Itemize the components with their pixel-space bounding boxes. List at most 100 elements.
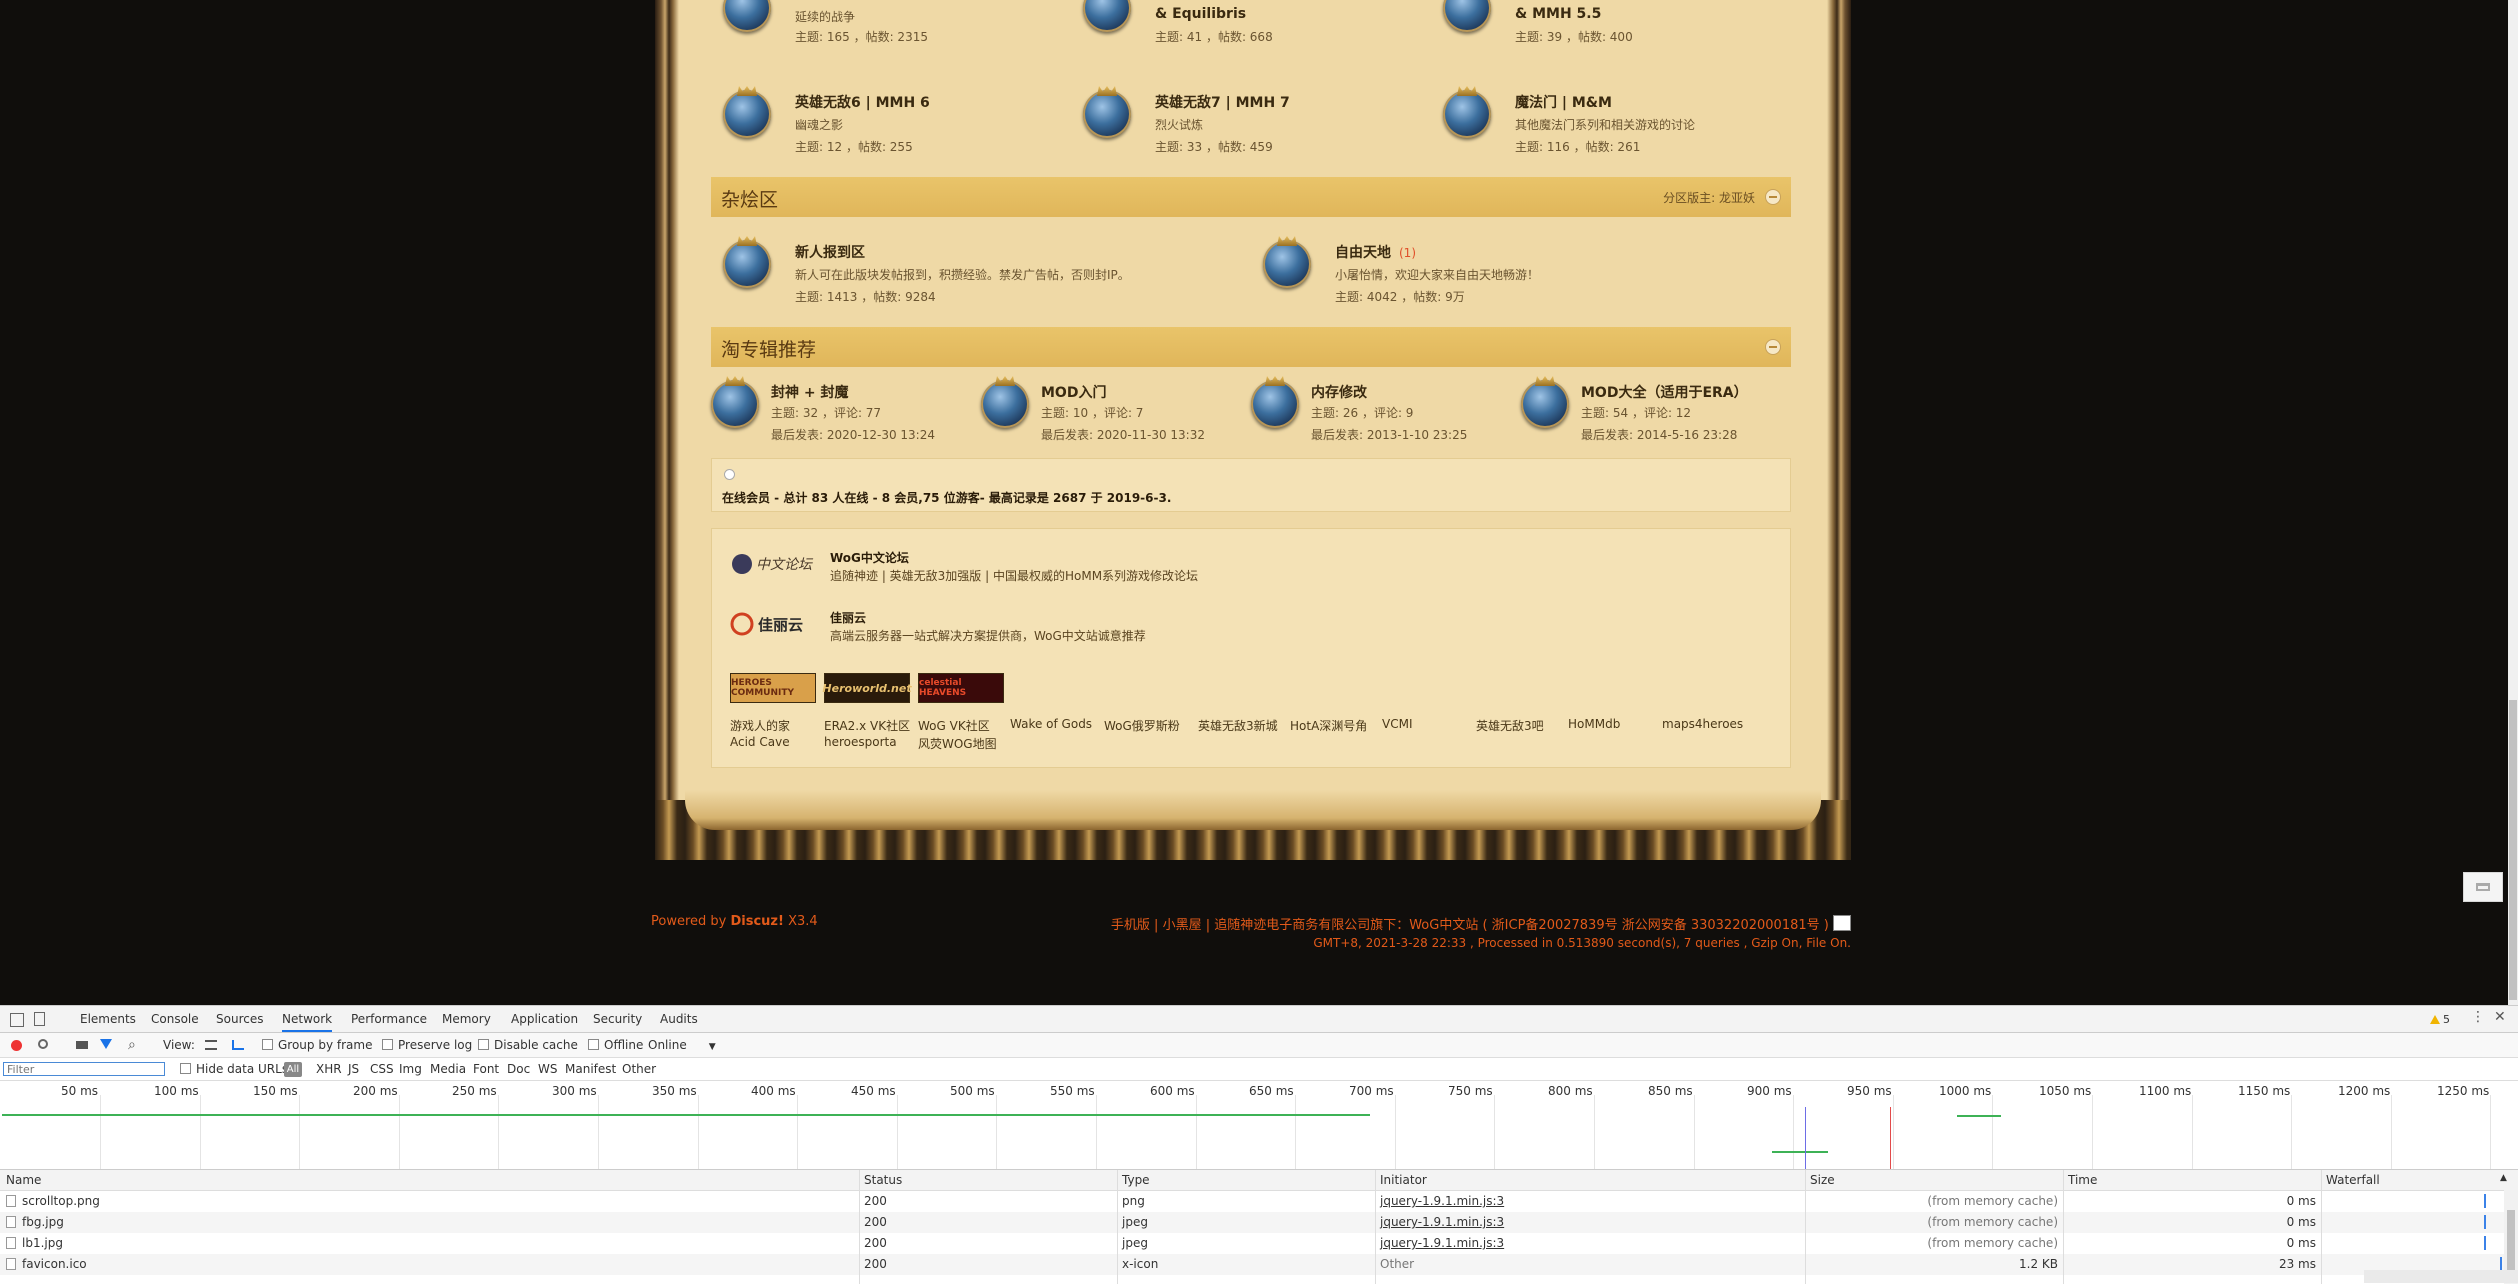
friend-link[interactable]: ERA2.x VK社区 [824,717,910,734]
heroworld-banner[interactable]: Heroworld.net [822,673,912,703]
tab-performance[interactable]: Performance [351,1012,427,1026]
forum-name[interactable]: 英雄无敌7 | MMH 7 [1155,92,1290,112]
friend-link[interactable]: maps4heroes [1662,717,1743,731]
table-row[interactable]: scrolltop.png 200 png jquery-1.9.1.min.j… [0,1191,2518,1212]
section-moderator[interactable]: 分区版主: 龙亚妖 [1663,189,1755,206]
sort-up-icon[interactable]: ▲ [2500,1173,2507,1183]
filter-font[interactable]: Font [473,1062,499,1076]
request-initiator[interactable]: jquery-1.9.1.min.js:3 [1380,1236,1504,1250]
celestial-heavens-banner[interactable]: celestial HEAVENS [918,673,1004,703]
collapse-icon[interactable] [1765,339,1781,355]
filter-js[interactable]: JS [348,1062,359,1076]
filter-input[interactable] [3,1062,165,1076]
col-waterfall[interactable]: Waterfall [2326,1173,2380,1187]
scrollbar-thumb[interactable] [2507,1210,2515,1270]
friend-link[interactable]: 英雄无敌3新城 [1198,717,1278,734]
wog-logo[interactable]: 中文论坛 [730,549,818,579]
partner-name[interactable]: WoG中文论坛 [830,549,909,566]
col-size[interactable]: Size [1810,1173,1835,1187]
topic-name[interactable]: 封神 + 封魔 [771,382,848,402]
filter-manifest[interactable]: Manifest [565,1062,616,1076]
forum-name[interactable]: 英雄无敌6 | MMH 6 [795,92,930,112]
filter-ws[interactable]: WS [538,1062,557,1076]
friend-link[interactable]: WoG俄罗斯粉 [1104,717,1180,734]
filter-doc[interactable]: Doc [507,1062,530,1076]
tab-elements[interactable]: Elements [80,1012,136,1026]
forum-item[interactable]: 英雄无敌7 | MMH 7 烈火试炼 主题: 33 ，帖数: 459 [1083,90,1423,154]
topic-item[interactable]: MOD入门 主题: 10 ，评论: 7 最后发表: 2020-11-30 13:… [981,380,1241,444]
warning-count[interactable]: 5 [2430,1013,2450,1026]
column-divider[interactable] [2321,1170,2322,1284]
topic-item[interactable]: 封神 + 封魔 主题: 32 ，评论: 77 最后发表: 2020-12-30 … [711,380,971,444]
forum-name[interactable]: 自由天地 (1) [1335,242,1416,262]
table-row[interactable]: fbg.jpg 200 jpeg jquery-1.9.1.min.js:3 (… [0,1212,2518,1233]
more-icon[interactable]: ⋮ [2471,1009,2485,1025]
tab-memory[interactable]: Memory [442,1012,491,1026]
partner-name[interactable]: 佳丽云 [830,609,866,626]
network-overview-timeline[interactable]: 50 ms 100 ms 150 ms 200 ms 250 ms 300 ms 350 m… [0,1081,2518,1170]
forum-name[interactable]: & Equilibris [1155,6,1246,22]
hide-data-urls-checkbox[interactable]: Hide data URLs [180,1062,288,1076]
group-by-frame-checkbox[interactable]: Group by frame [262,1038,372,1052]
request-initiator[interactable]: jquery-1.9.1.min.js:3 [1380,1194,1504,1208]
forum-item[interactable]: 延续的战争 主题: 165 ，帖数: 2315 [723,0,1063,48]
page-scrollbar[interactable] [2508,0,2518,1005]
request-initiator[interactable]: jquery-1.9.1.min.js:3 [1380,1215,1504,1229]
column-divider[interactable] [2063,1170,2064,1284]
friend-link[interactable]: WoG VK社区 [918,717,990,734]
forum-item[interactable]: & Equilibris 主题: 41 ，帖数: 668 [1083,0,1423,48]
filter-other[interactable]: Other [622,1062,656,1076]
forum-name[interactable]: 新人报到区 [795,242,865,262]
footer-links[interactable]: 手机版 | 小黑屋 | 追随神迹电子商务有限公司旗下：WoG中文站 ( 浙ICP… [1111,914,1851,933]
scrollbar-thumb[interactable] [2509,700,2517,1000]
forum-item[interactable]: 新人报到区 新人可在此版块发帖报到，积攒经验。禁发广告帖，否则封IP。 主题: … [723,240,1243,304]
friend-link[interactable]: 游戏人的家 [730,717,790,734]
inspect-icon[interactable] [10,1013,24,1027]
topic-name[interactable]: 内存修改 [1311,382,1367,402]
throttling-select[interactable]: Online ▼ [648,1038,716,1052]
friend-link[interactable]: Acid Cave [730,735,790,749]
tab-network[interactable]: Network [282,1012,333,1032]
overview-icon[interactable] [232,1040,244,1050]
offline-checkbox[interactable]: Offline [588,1038,643,1052]
col-status[interactable]: Status [864,1173,902,1187]
tab-sources[interactable]: Sources [216,1012,263,1026]
tab-security[interactable]: Security [593,1012,642,1026]
forum-name[interactable]: 魔法门 | M&M [1515,92,1612,112]
tab-application[interactable]: Application [511,1012,578,1026]
col-time[interactable]: Time [2068,1173,2097,1187]
capture-screenshots-icon[interactable] [76,1041,88,1049]
friend-link[interactable]: HoMMdb [1568,717,1620,731]
filter-all[interactable]: All [284,1062,302,1077]
heroes-community-banner[interactable]: HEROES COMMUNITY [730,673,816,703]
filter-media[interactable]: Media [430,1062,466,1076]
forum-item[interactable]: 英雄无敌6 | MMH 6 幽魂之影 主题: 12 ，帖数: 255 [723,90,1063,154]
column-divider[interactable] [859,1170,860,1284]
record-icon[interactable] [11,1040,22,1051]
tab-audits[interactable]: Audits [660,1012,698,1026]
disable-cache-checkbox[interactable]: Disable cache [478,1038,578,1052]
column-divider[interactable] [1805,1170,1806,1284]
friend-link[interactable]: Wake of Gods [1010,717,1092,731]
friend-link[interactable]: 英雄无敌3吧 [1476,717,1544,734]
forum-item[interactable]: & MMH 5.5 主题: 39 ，帖数: 400 [1443,0,1783,48]
column-divider[interactable] [1375,1170,1376,1284]
discuz-link[interactable]: Discuz! [730,914,783,929]
friend-link[interactable]: HotA深渊号角 [1290,717,1367,734]
scroll-top-button[interactable] [2463,872,2503,902]
forum-item[interactable]: 自由天地 (1) 小屠怡情，欢迎大家来自由天地畅游！ 主题: 4042 ，帖数: … [1263,240,1783,304]
collapse-icon[interactable] [1765,189,1781,205]
topic-name[interactable]: MOD入门 [1041,382,1106,402]
tab-console[interactable]: Console [151,1012,199,1026]
section-title[interactable]: 杂烩区 [721,185,778,212]
forum-name[interactable]: & MMH 5.5 [1515,6,1601,22]
topic-item[interactable]: 内存修改 主题: 26 ，评论: 9 最后发表: 2013-1-10 23:25 [1251,380,1511,444]
col-initiator[interactable]: Initiator [1380,1173,1427,1187]
filter-css[interactable]: CSS [370,1062,394,1076]
close-icon[interactable]: ✕ [2494,1009,2506,1025]
jialiyun-logo[interactable]: 佳丽云 [730,609,818,639]
clear-icon[interactable] [38,1039,48,1049]
filter-icon[interactable] [100,1039,112,1049]
filter-img[interactable]: Img [399,1062,422,1076]
section-title[interactable]: 淘专辑推荐 [721,335,816,362]
